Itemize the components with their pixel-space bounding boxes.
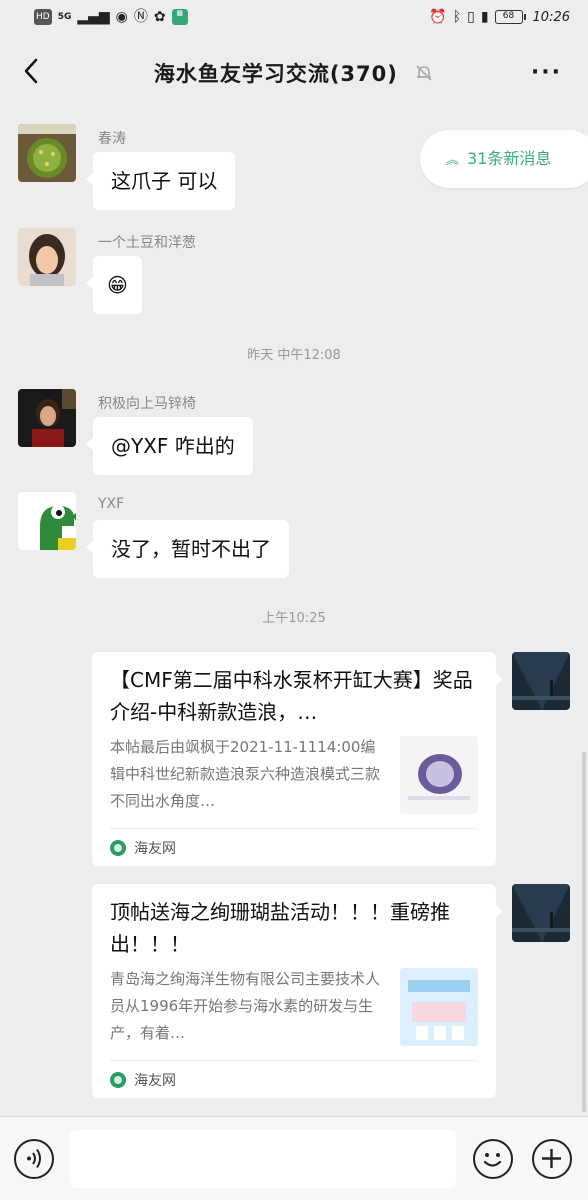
divider bbox=[110, 828, 478, 829]
signal-bars-icon: ▂▄▆ bbox=[77, 9, 110, 25]
link-card[interactable]: 顶帖送海之绚珊瑚盐活动！！！重磅推出！！！ 青岛海之绚海洋生物有限公司主要技术人… bbox=[92, 884, 503, 1098]
signal-icon: 5G bbox=[57, 12, 72, 22]
more-functions-button[interactable] bbox=[532, 1139, 572, 1179]
app-badge-icon: ▦ bbox=[171, 9, 188, 25]
card-source: 海友网 bbox=[110, 1070, 176, 1090]
chat-title: 海水鱼友学习交流(370) bbox=[0, 58, 588, 88]
new-messages-button[interactable]: ︽ 31条新消息 bbox=[420, 130, 588, 188]
vibrate-icon: ▯ bbox=[467, 9, 475, 25]
voice-icon bbox=[27, 1148, 41, 1169]
card-title: 顶帖送海之绚珊瑚盐活动！！！重磅推出！！！ bbox=[110, 900, 450, 956]
card-thumbnail bbox=[400, 736, 478, 814]
nfc-icon: Ⓝ bbox=[133, 9, 148, 25]
chat-header: 海水鱼友学习交流(370) ··· bbox=[0, 38, 588, 106]
source-name: 海友网 bbox=[134, 1073, 176, 1089]
double-chevron-up-icon: ︽ bbox=[446, 153, 460, 168]
card-description: 本帖最后由飒枫于2021-11-1114:00编辑中科世纪新款造浪泵六种造浪模式… bbox=[110, 738, 380, 810]
message-bubble[interactable]: @YXF 咋出的 bbox=[86, 417, 253, 475]
new-messages-label: 31条新消息 bbox=[467, 149, 552, 168]
card-source: 海友网 bbox=[110, 838, 176, 858]
bluetooth-icon: ᛒ bbox=[452, 9, 462, 25]
source-logo-icon bbox=[110, 1072, 126, 1088]
avatar[interactable] bbox=[18, 124, 76, 182]
my-avatar[interactable] bbox=[512, 884, 570, 942]
divider bbox=[110, 1060, 478, 1061]
status-bar: HD 5G ▂▄▆ ◉ Ⓝ ✿ ▦ ⏰ ᛒ ▯ ▮ 68 10:26 bbox=[0, 0, 588, 38]
card-thumbnail bbox=[400, 968, 478, 1046]
sender-name: YXF bbox=[98, 496, 125, 512]
message-list[interactable]: 春涛 这爪子 可以 ︽ 31条新消息 一个土豆和洋葱 😁 昨天 中午12:08 bbox=[0, 106, 588, 1116]
bell-off-icon bbox=[414, 63, 434, 88]
voice-button[interactable] bbox=[14, 1139, 54, 1179]
sender-name: 春涛 bbox=[98, 131, 126, 147]
status-left: HD 5G ▂▄▆ ◉ Ⓝ ✿ ▦ bbox=[34, 9, 188, 25]
avatar[interactable] bbox=[18, 492, 76, 550]
message-bubble[interactable]: 这爪子 可以 bbox=[85, 152, 236, 210]
group-name: 海水鱼友学习交流(370) bbox=[153, 62, 398, 86]
alarm-icon: ⏰ bbox=[429, 9, 447, 25]
message-input[interactable] bbox=[70, 1130, 456, 1188]
plus-icon bbox=[542, 1149, 561, 1168]
battery-icon: 68 bbox=[494, 10, 526, 24]
more-options-button[interactable]: ··· bbox=[531, 60, 562, 85]
sender-name: 一个土豆和洋葱 bbox=[98, 235, 196, 251]
card-title: 【CMF第二届中科水泵杯开缸大赛】奖品介绍-中科新款造浪，… bbox=[110, 668, 473, 724]
wechat-icon: ✿ bbox=[153, 9, 166, 25]
input-bar bbox=[0, 1116, 588, 1200]
timestamp: 昨天 中午12:08 bbox=[247, 348, 341, 363]
scrollbar[interactable] bbox=[582, 752, 586, 1112]
clock: 10:26 bbox=[532, 9, 570, 25]
link-card[interactable]: 【CMF第二届中科水泵杯开缸大赛】奖品介绍-中科新款造浪，… 本帖最后由飒枫于2… bbox=[92, 652, 503, 866]
eye-icon: ◉ bbox=[115, 9, 128, 25]
hd-indicator: HD bbox=[34, 9, 52, 25]
avatar[interactable] bbox=[18, 389, 76, 447]
emoji-button[interactable] bbox=[473, 1139, 513, 1179]
sender-name: 积极向上马锌椅 bbox=[98, 396, 196, 412]
smiley-icon bbox=[483, 1153, 502, 1167]
card-description: 青岛海之绚海洋生物有限公司主要技术人员从1996年开始参与海水素的研发与生产，有… bbox=[110, 970, 380, 1042]
vibrate-mode-icon: ▮ bbox=[480, 9, 489, 25]
avatar[interactable] bbox=[18, 228, 76, 286]
message-bubble[interactable]: 没了，暂时不出了 bbox=[86, 520, 289, 578]
source-logo-icon bbox=[110, 840, 126, 856]
timestamp: 上午10:25 bbox=[262, 611, 326, 626]
status-right: ⏰ ᛒ ▯ ▮ 68 10:26 bbox=[429, 9, 570, 25]
my-avatar[interactable] bbox=[512, 652, 570, 710]
source-name: 海友网 bbox=[134, 841, 176, 857]
message-bubble[interactable]: 😁 bbox=[86, 256, 142, 314]
